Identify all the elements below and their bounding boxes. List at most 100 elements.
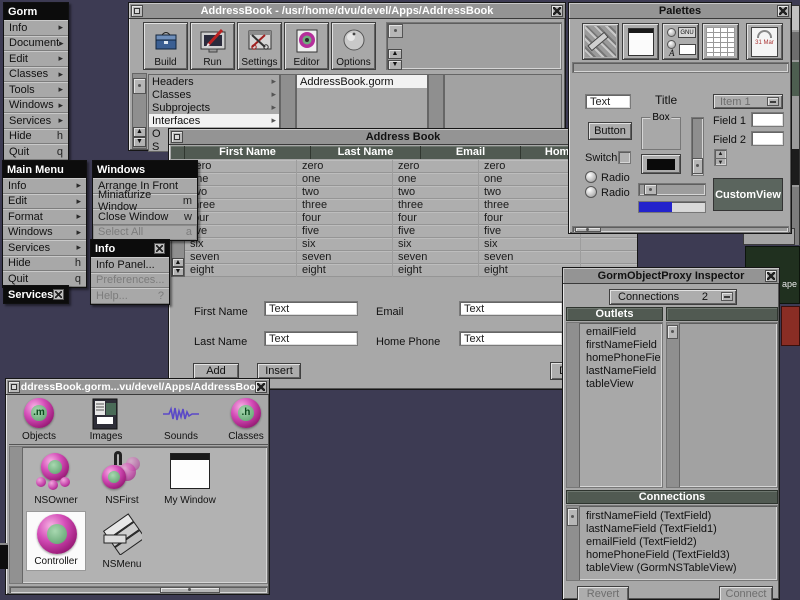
stepper-up-icon[interactable]: ▲ [715, 150, 726, 159]
palette-thumb-misc[interactable]: 31 Mar [746, 23, 783, 60]
table-cell[interactable]: zero [479, 160, 581, 173]
table-cell[interactable]: seven [479, 251, 581, 264]
scrollbar-knob[interactable] [388, 24, 403, 38]
slider-knob[interactable] [692, 158, 703, 174]
stepper-down-icon[interactable]: ▼ [715, 159, 726, 167]
services-menu-title[interactable]: Services [4, 286, 68, 303]
outlets-header[interactable]: Outlets [566, 307, 663, 321]
gorm-menu-title[interactable]: Gorm [4, 3, 68, 20]
table-cell[interactable]: three [297, 199, 393, 212]
menu-item-miniaturize-window[interactable]: Miniaturize Windowm [93, 194, 197, 210]
menu-item-classes[interactable]: Classes▸ [4, 67, 68, 83]
palette-well-button[interactable] [641, 154, 681, 174]
table-cell[interactable]: four [393, 212, 479, 225]
actions-header[interactable] [666, 307, 778, 321]
table-cell[interactable]: seven [185, 251, 297, 264]
table-cell[interactable]: zero [297, 160, 393, 173]
tab-objects[interactable]: .m Objects [11, 396, 67, 444]
table-cell[interactable]: four [185, 212, 297, 225]
browser-item-subprojects[interactable]: Subprojects▸ [149, 101, 279, 114]
object-item-controller[interactable]: Controller [26, 511, 86, 571]
scrollbar-knob[interactable] [133, 78, 146, 94]
table-cell[interactable]: six [479, 238, 581, 251]
inspector-popup-button[interactable]: Connections 2 [609, 289, 737, 305]
table-row[interactable]: sixsixsixsix [185, 238, 637, 251]
scroll-down-icon[interactable]: ▼ [172, 267, 184, 276]
browser-item-classes[interactable]: Classes▸ [149, 88, 279, 101]
horizontal-slider[interactable] [638, 183, 706, 196]
scroll-up-icon[interactable]: ▲ [388, 49, 402, 59]
palette-box[interactable]: Box [641, 117, 681, 150]
radio-button-1[interactable] [585, 171, 597, 183]
table-cell[interactable]: two [297, 186, 393, 199]
table-cell[interactable]: one [479, 173, 581, 186]
list-scrollbar[interactable] [567, 506, 580, 580]
insert-button[interactable]: Insert [257, 363, 301, 379]
table-row[interactable]: sevensevensevenseven [185, 251, 637, 264]
palette-popup-button[interactable]: Item 1 [713, 94, 783, 109]
table-cell[interactable]: five [185, 225, 297, 238]
list-scrollbar[interactable] [667, 323, 680, 487]
scroll-up-icon[interactable]: ▲ [172, 258, 184, 267]
menu-item-edit[interactable]: Edit▸ [3, 194, 86, 210]
list-item-emailfield-textfield2[interactable]: emailField (TextField2) [582, 536, 776, 549]
scrollbar-knob[interactable] [567, 508, 578, 526]
run-button[interactable]: Run [190, 22, 235, 70]
table-cell[interactable]: three [393, 199, 479, 212]
scrollbar-knob[interactable] [667, 325, 678, 339]
menu-item-windows[interactable]: Windows▸ [3, 225, 86, 241]
menu-item-info[interactable]: Info▸ [4, 20, 68, 36]
table-cell[interactable]: one [297, 173, 393, 186]
close-button[interactable] [154, 243, 165, 254]
browser-scrollbar[interactable]: ▲ ▼ [132, 73, 147, 149]
scroll-down-icon[interactable]: ▼ [133, 137, 146, 147]
close-button[interactable] [777, 5, 789, 17]
list-item-firstnamefield[interactable]: firstNameField [582, 339, 661, 352]
radio-button-2[interactable] [585, 186, 597, 198]
windows-submenu-title[interactable]: Windows [93, 161, 197, 178]
info-submenu-title[interactable]: Info [91, 240, 169, 257]
revert-button[interactable]: Revert [577, 586, 629, 600]
object-item-nsmenu[interactable]: NSMenu [90, 513, 154, 571]
menu-item-windows[interactable]: Windows▸ [4, 98, 68, 114]
table-cell[interactable]: one [393, 173, 479, 186]
table-cell[interactable]: three [185, 199, 297, 212]
table-cell[interactable]: four [479, 212, 581, 225]
settings-button[interactable]: Settings [237, 22, 282, 70]
palette-button[interactable]: Button [588, 122, 632, 140]
list-item-lastnamefield[interactable]: lastNameField [582, 365, 661, 378]
document-titlebar[interactable]: AddressBook.gorm...vu/devel/Apps/Address… [6, 379, 269, 395]
document-bottom-scrollbar[interactable] [9, 586, 268, 594]
table-cell[interactable]: eight [393, 264, 479, 277]
address-book-titlebar[interactable]: Address Book [169, 129, 637, 145]
tab-classes[interactable]: .h Classes [220, 396, 272, 444]
browser-item-interfaces[interactable]: Interfaces▸ [149, 114, 279, 127]
menu-item-services[interactable]: Services▸ [4, 113, 68, 129]
table-cell[interactable]: seven [297, 251, 393, 264]
close-button[interactable] [255, 381, 267, 393]
menu-item-quit[interactable]: Quitq [4, 144, 68, 160]
tab-images[interactable]: Images [78, 396, 134, 444]
options-button[interactable]: Options [331, 22, 376, 70]
miniaturize-button[interactable] [131, 5, 143, 17]
palettes-titlebar[interactable]: Palettes [569, 3, 791, 19]
scrollbar-knob[interactable] [160, 587, 220, 593]
list-item-tableview[interactable]: tableView [582, 378, 661, 391]
scrollbar-knob[interactable] [575, 227, 601, 232]
table-cell[interactable]: six [297, 238, 393, 251]
email-field[interactable]: Text [459, 301, 563, 316]
vertical-slider[interactable] [691, 117, 704, 176]
tab-sounds[interactable]: Sounds [153, 396, 209, 444]
stepper[interactable]: ▲ ▼ [714, 149, 727, 166]
object-item-my-window[interactable]: My Window [156, 451, 224, 507]
table-cell[interactable]: zero [185, 160, 297, 173]
table-cell[interactable]: two [393, 186, 479, 199]
palette-thumb-controls[interactable]: GNU A [662, 23, 699, 60]
miniaturize-button[interactable] [8, 381, 20, 393]
table-cell[interactable]: seven [393, 251, 479, 264]
table-cell[interactable]: six [393, 238, 479, 251]
column-header-last-name[interactable]: Last Name [311, 146, 421, 159]
field2-input[interactable] [751, 131, 784, 146]
add-button[interactable]: Add [193, 363, 239, 379]
list-item-homephonefield[interactable]: homePhoneField [582, 352, 661, 365]
